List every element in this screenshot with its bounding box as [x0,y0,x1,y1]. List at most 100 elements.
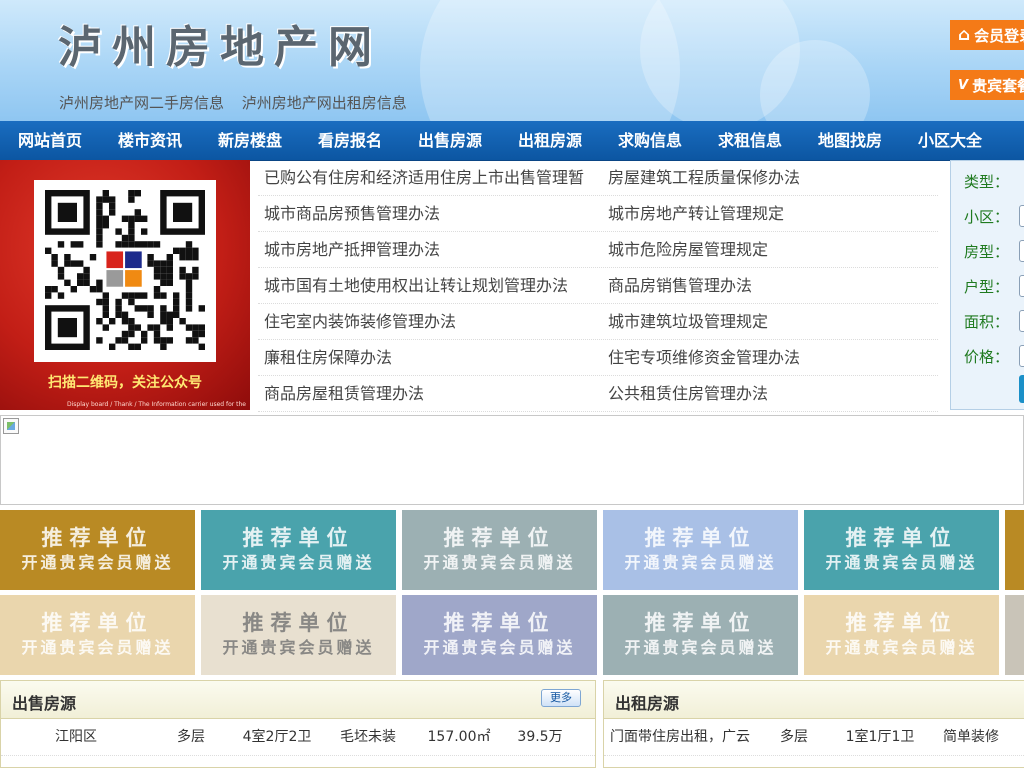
nav-item-wanted-rent[interactable]: 求租信息 [700,121,800,160]
nav-item-map-search[interactable]: 地图找房 [800,121,900,160]
listing-building-type: 多层 [177,729,205,745]
policy-link[interactable]: 已购公有住房和经济适用住房上市出售管理暂 [258,160,602,195]
nav-item-tour-signup[interactable]: 看房报名 [300,121,400,160]
promo-tile-subtitle: 开通贵宾会员赠送 [21,553,174,572]
broken-image-icon [3,418,19,434]
policy-link[interactable]: 住宅专项维修资金管理办法 [602,340,946,375]
member-login-button[interactable]: ⌂ 会员登录 [950,20,1024,50]
promo-tile[interactable]: 推荐单位 开通贵宾会员赠送 [201,595,396,675]
promo-tile-title: 推荐单位 [443,526,556,550]
vip-icon: V [958,77,969,93]
policy-link[interactable]: 房屋建筑工程质量保修办法 [602,160,946,195]
promo-tile-subtitle: 开通贵宾会员赠送 [825,553,978,572]
listing-layout: 4室2厅2卫 [242,729,312,745]
policy-link[interactable]: 廉租住房保障办法 [258,340,602,375]
promo-tile[interactable]: 推荐单位 开通贵宾会员赠送 [804,595,999,675]
promo-tile-title: 推荐单位 [845,526,958,550]
promo-tile[interactable]: 推荐单位 开通贵宾会员赠送 [0,595,195,675]
promo-tile[interactable]: 推荐单位 开通贵宾会员赠送 [201,510,396,590]
nav-item-home[interactable]: 网站首页 [0,121,100,160]
policy-link[interactable]: 住宅室内装饰装修管理办法 [258,304,602,339]
promo-tile[interactable] [1005,595,1024,675]
promo-tile-subtitle: 开通贵宾会员赠送 [624,638,777,657]
member-login-label: 会员登录 [974,26,1024,45]
policy-link[interactable]: 城市房地产转让管理规定 [602,196,946,231]
search-button[interactable] [1019,375,1024,403]
promo-tile[interactable]: 推荐单位 开通贵宾会员赠送 [402,595,597,675]
nav-item-communities[interactable]: 小区大全 [900,121,1000,160]
header-link-rental[interactable]: 泸州房地产网出租房信息 [242,94,407,112]
policy-link[interactable]: 城市房地产抵押管理办法 [258,232,602,267]
search-label-area: 面积： [964,313,1010,331]
promo-tile-title: 推荐单位 [242,526,355,550]
promo-tile[interactable]: 推荐单位 开通贵宾会员赠送 [603,510,798,590]
policy-link[interactable]: 商品房屋租赁管理办法 [258,376,602,411]
policy-link[interactable]: 公共租赁住房管理办法 [602,376,946,411]
nav-item-for-sale[interactable]: 出售房源 [400,121,500,160]
list-item: 城市国有土地使用权出让转让规划管理办法 商品房销售管理办法 [258,268,938,304]
listing-building-type: 多层 [780,729,808,745]
nav-item-news[interactable]: 楼市资讯 [100,121,200,160]
banner-small-print: Display board / Thank / The Information … [66,401,246,408]
promo-tile[interactable]: 推荐单位 开通贵宾会员赠送 [603,595,798,675]
site-logo-title[interactable]: 泸州房地产网 [58,20,382,76]
nav-item-new-homes[interactable]: 新房楼盘 [200,121,300,160]
nav-item-wanted-buy[interactable]: 求购信息 [600,121,700,160]
sale-listings-panel: 出售房源 更多 江阳区 多层 4室2厅2卫 毛坯未装 157.00㎡ 39.5万 [0,680,596,768]
panel-title: 出售房源 [12,694,77,713]
promo-tile-title: 推荐单位 [41,526,154,550]
vip-package-button[interactable]: V 贵宾套餐 [950,70,1024,100]
policy-link-list: 已购公有住房和经济适用住房上市出售管理暂 房屋建筑工程质量保修办法 城市商品房预… [258,160,938,412]
qr-promo-banner[interactable]: 扫描二维码，关注公众号 Display board / Thank / The … [0,160,250,410]
list-item: 住宅室内装饰装修管理办法 城市建筑垃圾管理规定 [258,304,938,340]
list-item: 城市房地产抵押管理办法 城市危险房屋管理规定 [258,232,938,268]
site-header: 泸州房地产网 泸州房地产网二手房信息 泸州房地产网出租房信息 ⌂ 会员登录 V … [0,0,1024,121]
search-label-room: 房型： [964,243,1010,261]
list-item: 城市商品房预售管理办法 城市房地产转让管理规定 [258,196,938,232]
list-item: 商品房屋租赁管理办法 公共租赁住房管理办法 [258,376,938,412]
promo-tile-title: 推荐单位 [644,526,757,550]
room-select[interactable] [1019,240,1024,262]
qr-code-image [45,190,205,350]
community-input[interactable] [1019,205,1024,227]
promo-tile-title: 推荐单位 [242,611,355,635]
panel-header: 出租房源 [604,681,1024,719]
promo-tile-title: 推荐单位 [443,611,556,635]
promo-tile-subtitle: 开通贵宾会员赠送 [222,638,375,657]
promo-tile[interactable]: 推荐单位 开通贵宾会员赠送 [804,510,999,590]
policy-link[interactable]: 城市建筑垃圾管理规定 [602,304,946,339]
search-label-price: 价格： [964,348,1010,366]
policy-link[interactable]: 城市国有土地使用权出让转让规划管理办法 [258,268,602,303]
listing-decoration: 简单装修 [943,729,999,745]
search-label-layout: 户型： [964,278,1010,296]
layout-select[interactable] [1019,275,1024,297]
listing-area: 157.00㎡ [427,729,491,745]
promo-tile-subtitle: 开通贵宾会员赠送 [624,553,777,572]
header-link-secondhand[interactable]: 泸州房地产网二手房信息 [59,94,224,112]
more-button[interactable]: 更多 [541,689,581,707]
table-row[interactable]: 门面带住房出租，广云 多层 1室1厅1卫 简单装修 [604,719,1024,756]
panel-title: 出租房源 [615,694,680,713]
rent-listings-panel: 出租房源 门面带住房出租，广云 多层 1室1厅1卫 简单装修 [603,680,1024,768]
nav-item-for-rent[interactable]: 出租房源 [500,121,600,160]
price-select[interactable] [1019,345,1024,367]
ad-banner-slot[interactable] [0,415,1024,505]
promo-tile-title: 推荐单位 [644,611,757,635]
listing-decoration: 毛坯未装 [340,729,396,745]
policy-link[interactable]: 商品房销售管理办法 [602,268,946,303]
area-select[interactable] [1019,310,1024,332]
policy-link[interactable]: 城市危险房屋管理规定 [602,232,946,267]
promo-tile-title: 推荐单位 [845,611,958,635]
vip-package-label: 贵宾套餐 [972,76,1024,95]
policy-link[interactable]: 城市商品房预售管理办法 [258,196,602,231]
promo-tile[interactable] [1005,510,1024,590]
promo-tile-subtitle: 开通贵宾会员赠送 [423,638,576,657]
listing-title: 门面带住房出租，广云 [610,729,750,745]
promo-tile[interactable]: 推荐单位 开通贵宾会员赠送 [402,510,597,590]
table-row[interactable]: 江阳区 多层 4室2厅2卫 毛坯未装 157.00㎡ 39.5万 [1,719,595,756]
promo-tile[interactable]: 推荐单位 开通贵宾会员赠送 [0,510,195,590]
nav-item-more[interactable]: 中 [1000,121,1024,160]
listing-price: 39.5万 [517,729,563,745]
promo-tile-subtitle: 开通贵宾会员赠送 [825,638,978,657]
panel-header: 出售房源 更多 [1,681,595,719]
